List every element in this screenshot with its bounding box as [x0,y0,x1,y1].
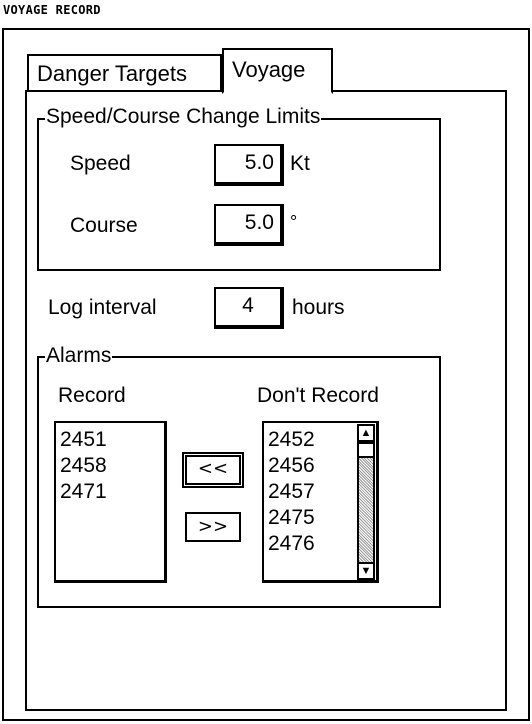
speed-unit: Kt [290,152,310,175]
limits-legend: Speed/Course Change Limits [45,105,322,128]
list-item[interactable]: 2451 [60,427,164,453]
move-to-dont-record-button[interactable]: >> [185,512,241,542]
list-item[interactable]: 2471 [60,479,164,505]
log-interval-input[interactable]: 4 [214,287,284,329]
record-list[interactable]: 2451 2458 2471 [54,421,167,583]
record-heading: Record [58,384,126,407]
down-arrow-icon[interactable]: ▼ [357,562,375,580]
dont-record-heading: Don't Record [257,384,379,407]
course-unit: ° [290,212,298,232]
log-interval-unit: hours [292,296,345,319]
speed-label: Speed [70,152,131,175]
window-title: VOYAGE RECORD [3,3,101,17]
course-label: Course [70,214,138,237]
alarms-legend: Alarms [45,344,113,367]
course-input[interactable]: 5.0 [214,204,284,246]
tab-voyage[interactable]: Voyage [222,48,333,94]
speed-input[interactable]: 5.0 [214,144,284,186]
log-interval-label: Log interval [48,296,157,319]
up-arrow-icon[interactable]: ▲ [357,424,375,442]
tab-danger-targets[interactable]: Danger Targets [27,54,222,92]
limits-group [37,118,441,271]
move-to-record-button[interactable]: << [182,452,244,488]
list-item[interactable]: 2458 [60,453,164,479]
scrollbar-thumb[interactable] [357,442,375,458]
